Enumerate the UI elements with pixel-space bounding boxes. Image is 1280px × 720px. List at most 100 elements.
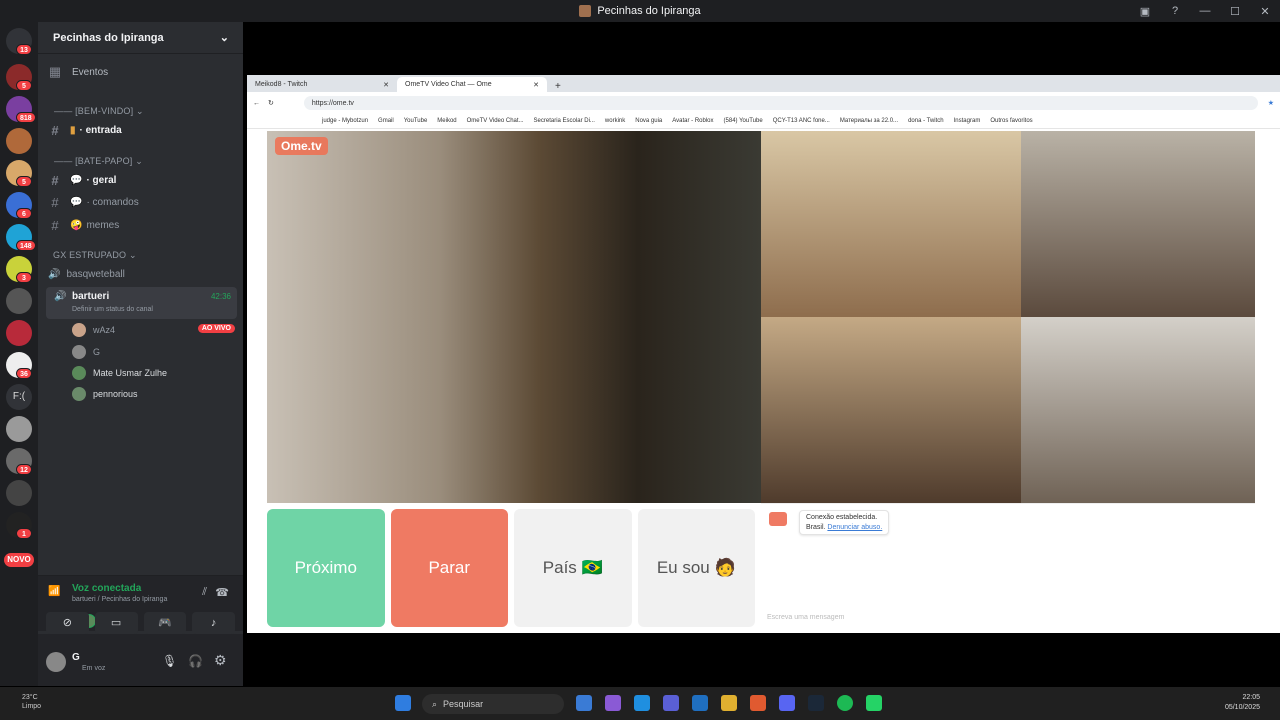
server-text-icon[interactable]: F:( — [6, 384, 32, 410]
screen-share-icon[interactable]: ▭ — [94, 612, 138, 634]
country-button[interactable]: País 🇧🇷 — [514, 509, 632, 627]
chat-input[interactable]: Escreva uma mensagem — [767, 614, 844, 621]
tab-ometv[interactable]: OmeTV Video Chat — Ome ✕ — [397, 77, 547, 92]
tab-twitch[interactable]: Meikod8 - Twitch ✕ — [247, 77, 397, 92]
channel-geral[interactable]: # 💬 · geral — [46, 170, 235, 190]
voice-channel-bartueri[interactable]: 🔊 bartueri 42:36 Definir um status do ca… — [46, 287, 237, 319]
whatsapp-icon[interactable] — [866, 695, 882, 711]
avatar[interactable] — [46, 652, 66, 672]
calculator-icon[interactable] — [634, 695, 650, 711]
soundboard-icon[interactable]: ♪ — [192, 612, 235, 634]
gear-icon[interactable]: ⚙ — [214, 652, 227, 669]
inbox-icon[interactable]: ▣ — [1130, 5, 1160, 18]
bookmark[interactable]: Материалы за 22.0... — [840, 118, 898, 124]
headphones-icon[interactable]: 🎧 — [188, 654, 203, 668]
steam-icon[interactable] — [808, 695, 824, 711]
new-tab-icon[interactable]: + — [555, 81, 561, 92]
server-icon[interactable] — [6, 320, 32, 346]
folder-icon[interactable] — [721, 695, 737, 711]
url-field[interactable]: https://ome.tv — [303, 96, 1258, 110]
voice-user[interactable]: Mate Usmar Zulhe — [72, 363, 235, 383]
noise-suppression-icon[interactable]: ⫽ — [202, 586, 207, 599]
help-icon[interactable]: ? — [1160, 5, 1190, 17]
minimize-button[interactable]: — — [1190, 5, 1220, 17]
voice-connected-label: Voz conectada — [72, 583, 142, 594]
voice-location[interactable]: bartueri / Pecinhas do Ipiranga — [72, 596, 167, 603]
bookmark[interactable]: Gmail — [378, 118, 394, 124]
close-icon[interactable]: ✕ — [533, 81, 539, 89]
category-bemvindo[interactable]: —— [BEM-VINDO] ⌄ — [54, 106, 144, 117]
server-icon[interactable] — [6, 480, 32, 506]
bookmark[interactable]: Avatar - Roblox — [672, 118, 713, 124]
close-icon[interactable]: ✕ — [383, 81, 389, 89]
channel-memes[interactable]: # 🤪 memes — [46, 215, 235, 235]
speaker-icon: 🔊 — [48, 268, 61, 280]
next-button[interactable]: Próximo — [267, 509, 385, 627]
bookmark[interactable]: workink — [605, 118, 625, 124]
bookmark[interactable]: QCY-T13 ANC fone... — [773, 118, 830, 124]
voice-user[interactable]: wAz4 AO VIVO — [72, 320, 235, 340]
gender-button[interactable]: Eu sou 🧑 — [637, 509, 755, 627]
channel-comandos[interactable]: # 💬 · comandos — [46, 192, 235, 212]
weather-widget[interactable]: 23°C Limpo — [22, 693, 41, 711]
server-badge: 36 — [16, 368, 32, 379]
webcam-grid — [761, 131, 1255, 503]
taskbar: 23°C Limpo ⌕ Pesquisar 22:05 05/10/2025 — [0, 687, 1280, 720]
system-clock[interactable]: 22:05 05/10/2025 — [1225, 693, 1260, 713]
bookmark[interactable]: dona - Twitch — [908, 118, 944, 124]
voice-channel-basquete[interactable]: 🔊 basqweteball — [48, 263, 235, 285]
maximize-button[interactable]: ☐ — [1220, 5, 1250, 18]
hash-icon: # — [51, 217, 59, 233]
new-badge[interactable]: NOVO — [4, 553, 34, 567]
window-titlebar: Pecinhas do Ipiranga ▣ ? — ☐ ✕ — [0, 0, 1280, 22]
bookmark[interactable]: YouTube — [404, 118, 428, 124]
bookmark[interactable]: OmeTV Video Chat... — [467, 118, 524, 124]
server-icon[interactable] — [6, 288, 32, 314]
category-label: [BEM-VINDO] — [75, 106, 134, 116]
star-icon[interactable]: ★ — [1268, 99, 1274, 107]
search-icon: ⌕ — [432, 698, 438, 709]
app-icon[interactable] — [605, 695, 621, 711]
reload-icon[interactable]: ↻ — [268, 99, 274, 107]
channel-label: · geral — [86, 174, 117, 186]
door-icon: ▮ — [70, 124, 76, 136]
microphone-icon[interactable]: 🎙 — [162, 654, 177, 668]
teams-icon[interactable] — [663, 695, 679, 711]
activity-icon[interactable]: 🎮 — [143, 612, 187, 634]
live-badge: AO VIVO — [197, 324, 235, 333]
voice-user[interactable]: pennorious — [72, 384, 235, 404]
voice-user[interactable]: G — [72, 342, 235, 362]
report-abuse-link[interactable]: Denunciar abuso. — [827, 524, 882, 531]
bookmark[interactable]: Instagram — [954, 118, 981, 124]
outlook-icon[interactable] — [692, 695, 708, 711]
server-badge: 13 — [16, 44, 32, 55]
bookmark[interactable]: Nova guia — [635, 118, 662, 124]
windows-start-icon[interactable] — [395, 695, 411, 711]
brave-icon[interactable] — [750, 695, 766, 711]
channel-label: · comandos — [86, 196, 139, 208]
stop-button[interactable]: Parar — [390, 509, 508, 627]
server-icon[interactable] — [6, 128, 32, 154]
back-icon[interactable]: ← — [253, 100, 260, 107]
bookmark[interactable]: Outros favoritos — [990, 118, 1032, 124]
spotify-icon[interactable] — [837, 695, 853, 711]
bookmark[interactable]: (584) YouTube — [724, 118, 763, 124]
discord-icon[interactable] — [779, 695, 795, 711]
ometv-page: Ome.tv Próximo Parar País 🇧🇷 Eu sou 🧑 Co… — [247, 129, 1280, 633]
camera-off-icon[interactable]: ⊘ — [46, 612, 89, 634]
disconnect-icon[interactable]: ☎ — [215, 586, 229, 599]
server-icon[interactable] — [6, 416, 32, 442]
close-button[interactable]: ✕ — [1250, 5, 1280, 18]
channel-status[interactable]: Definir um status do canal — [72, 306, 153, 313]
category-gx[interactable]: GX ESTRUPADO ⌄ — [53, 250, 137, 261]
bookmark[interactable]: Secretaria Escolar Di... — [534, 118, 595, 124]
guild-header[interactable]: Pecinhas do Ipiranga ⌄ — [38, 22, 243, 54]
bookmark[interactable]: judge - Mybotzun — [322, 118, 368, 124]
events-item[interactable]: ▦ Eventos — [46, 62, 235, 82]
app-icon[interactable] — [576, 695, 592, 711]
voice-timer: 42:36 — [210, 292, 231, 301]
bookmark[interactable]: Meikod — [437, 118, 456, 124]
taskbar-search[interactable]: ⌕ Pesquisar — [422, 694, 564, 714]
channel-entrada[interactable]: # ▮ · entrada — [46, 120, 235, 140]
category-batepapo[interactable]: —— [BATE-PAPO] ⌄ — [54, 156, 143, 167]
